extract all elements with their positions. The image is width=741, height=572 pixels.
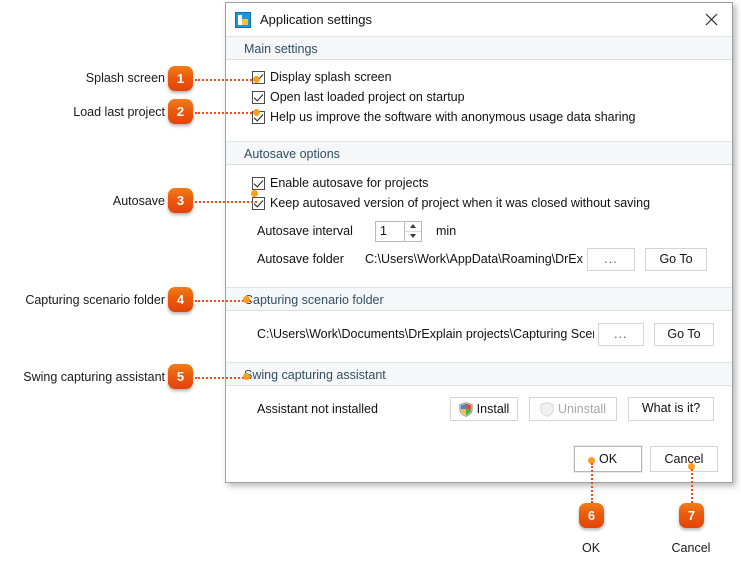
section-header-autosave-options: Autosave options [226,141,732,165]
checkbox-label-usage-data-sharing: Help us improve the software with anonym… [270,110,636,124]
autosave-folder-path: C:\Users\Work\AppData\Roaming\DrExplain [365,252,583,266]
section-header-main-settings: Main settings [226,36,732,60]
autosave-interval-stepper[interactable]: 1 [375,220,422,242]
uac-shield-icon [459,401,473,417]
callout-badge-6: 6 [579,503,604,528]
capturing-folder-goto-button[interactable]: Go To [653,322,714,346]
callout-connector-7 [691,469,693,503]
section-body-main-settings: Display splash screen Open last loaded p… [226,60,732,127]
section-header-capturing-scenario-folder: Capturing scenario folder [226,287,732,311]
callout-badge-2: 2 [168,99,193,124]
spinner-up-icon[interactable] [405,222,421,232]
checkbox-label-open-last-project: Open last loaded project on startup [270,90,465,104]
checkbox-label-display-splash-screen: Display splash screen [270,70,392,84]
capturing-folder-path: C:\Users\Work\Documents\DrExplain projec… [257,327,594,341]
callout-label-4: Capturing scenario folder [25,293,165,307]
callout-badge-1: 1 [168,66,193,91]
assistant-status-text: Assistant not installed [257,402,378,416]
autosave-folder-label: Autosave folder [257,252,344,266]
callout-label-1: Splash screen [85,71,165,85]
callout-label-6: OK [581,541,601,555]
checkbox-label-keep-autosaved-version: Keep autosaved version of project when i… [270,196,651,210]
autosave-interval-label: Autosave interval [257,224,353,238]
dialog-footer: OK Cancel [573,445,718,473]
autosave-interval-row: Autosave interval 1 min [257,218,714,244]
capturing-folder-browse-button[interactable]: ... [597,322,644,346]
callout-anchor-dot-5 [243,373,250,380]
callout-label-5: Swing capturing assistant [23,370,165,384]
dialog-body: Main settings Display splash screen Open… [226,36,732,482]
uninstall-assistant-label: Uninstall [558,401,606,416]
callout-anchor-dot-4 [243,296,250,303]
uninstall-assistant-button[interactable]: Uninstall [529,397,617,421]
callout-label-7: Cancel [671,541,711,555]
checkbox-row-display-splash-screen[interactable]: Display splash screen [252,67,714,87]
callout-label-2: Load last project [73,105,165,119]
callout-anchor-dot-3 [251,190,258,197]
what-is-it-button[interactable]: What is it? [628,397,714,421]
callout-connector-6 [591,463,593,503]
uac-shield-disabled-icon [540,401,554,417]
cancel-button[interactable]: Cancel [650,446,718,472]
callout-badge-4: 4 [168,287,193,312]
close-icon[interactable] [694,6,728,32]
section-body-capturing-scenario-folder: C:\Users\Work\Documents\DrExplain projec… [226,311,732,349]
checkbox-label-enable-autosave: Enable autosave for projects [270,176,429,190]
checkbox-row-keep-autosaved-version[interactable]: Keep autosaved version of project when i… [252,193,714,213]
install-assistant-label: Install [476,401,510,416]
callout-badge-3: 3 [168,188,193,213]
section-body-swing-capturing-assistant: Assistant not installed Install Uninstal… [226,386,732,426]
callout-connector-1 [195,79,259,81]
section-body-autosave-options: Enable autosave for projects Keep autosa… [226,165,732,274]
dialog-title: Application settings [260,12,373,27]
assistant-row: Assistant not installed Install Uninstal… [257,392,714,426]
application-settings-dialog: Application settings Main settings Displ… [225,2,733,483]
spinner-down-icon[interactable] [405,232,421,241]
callout-label-3: Autosave [112,194,165,208]
callout-badge-5: 5 [168,364,193,389]
callout-badge-7: 7 [679,503,704,528]
checkbox-keep-autosaved-version[interactable] [252,196,265,210]
capturing-folder-row: C:\Users\Work\Documents\DrExplain projec… [257,319,714,349]
autosave-interval-spin-buttons[interactable] [405,220,422,242]
callout-connector-2 [195,112,259,114]
section-header-swing-capturing-assistant: Swing capturing assistant [226,362,732,386]
app-settings-icon [235,11,251,28]
checkbox-open-last-project[interactable] [252,90,265,104]
autosave-folder-row: Autosave folder C:\Users\Work\AppData\Ro… [257,244,714,274]
autosave-folder-browse-button[interactable]: ... [587,247,635,271]
checkbox-enable-autosave[interactable] [252,176,265,190]
callout-anchor-dot-2 [253,109,260,116]
callout-connector-3 [195,201,257,203]
callout-anchor-dot-1 [253,76,260,83]
checkbox-row-open-last-project[interactable]: Open last loaded project on startup [252,87,714,107]
checkbox-row-enable-autosave[interactable]: Enable autosave for projects [252,173,714,193]
autosave-interval-input[interactable]: 1 [375,220,405,242]
checkbox-row-usage-data-sharing[interactable]: Help us improve the software with anonym… [252,107,714,127]
ok-button[interactable]: OK [573,445,643,473]
autosave-interval-unit: min [436,224,457,238]
autosave-folder-goto-button[interactable]: Go To [645,247,707,271]
dialog-titlebar: Application settings [226,3,732,36]
install-assistant-button[interactable]: Install [450,397,518,421]
